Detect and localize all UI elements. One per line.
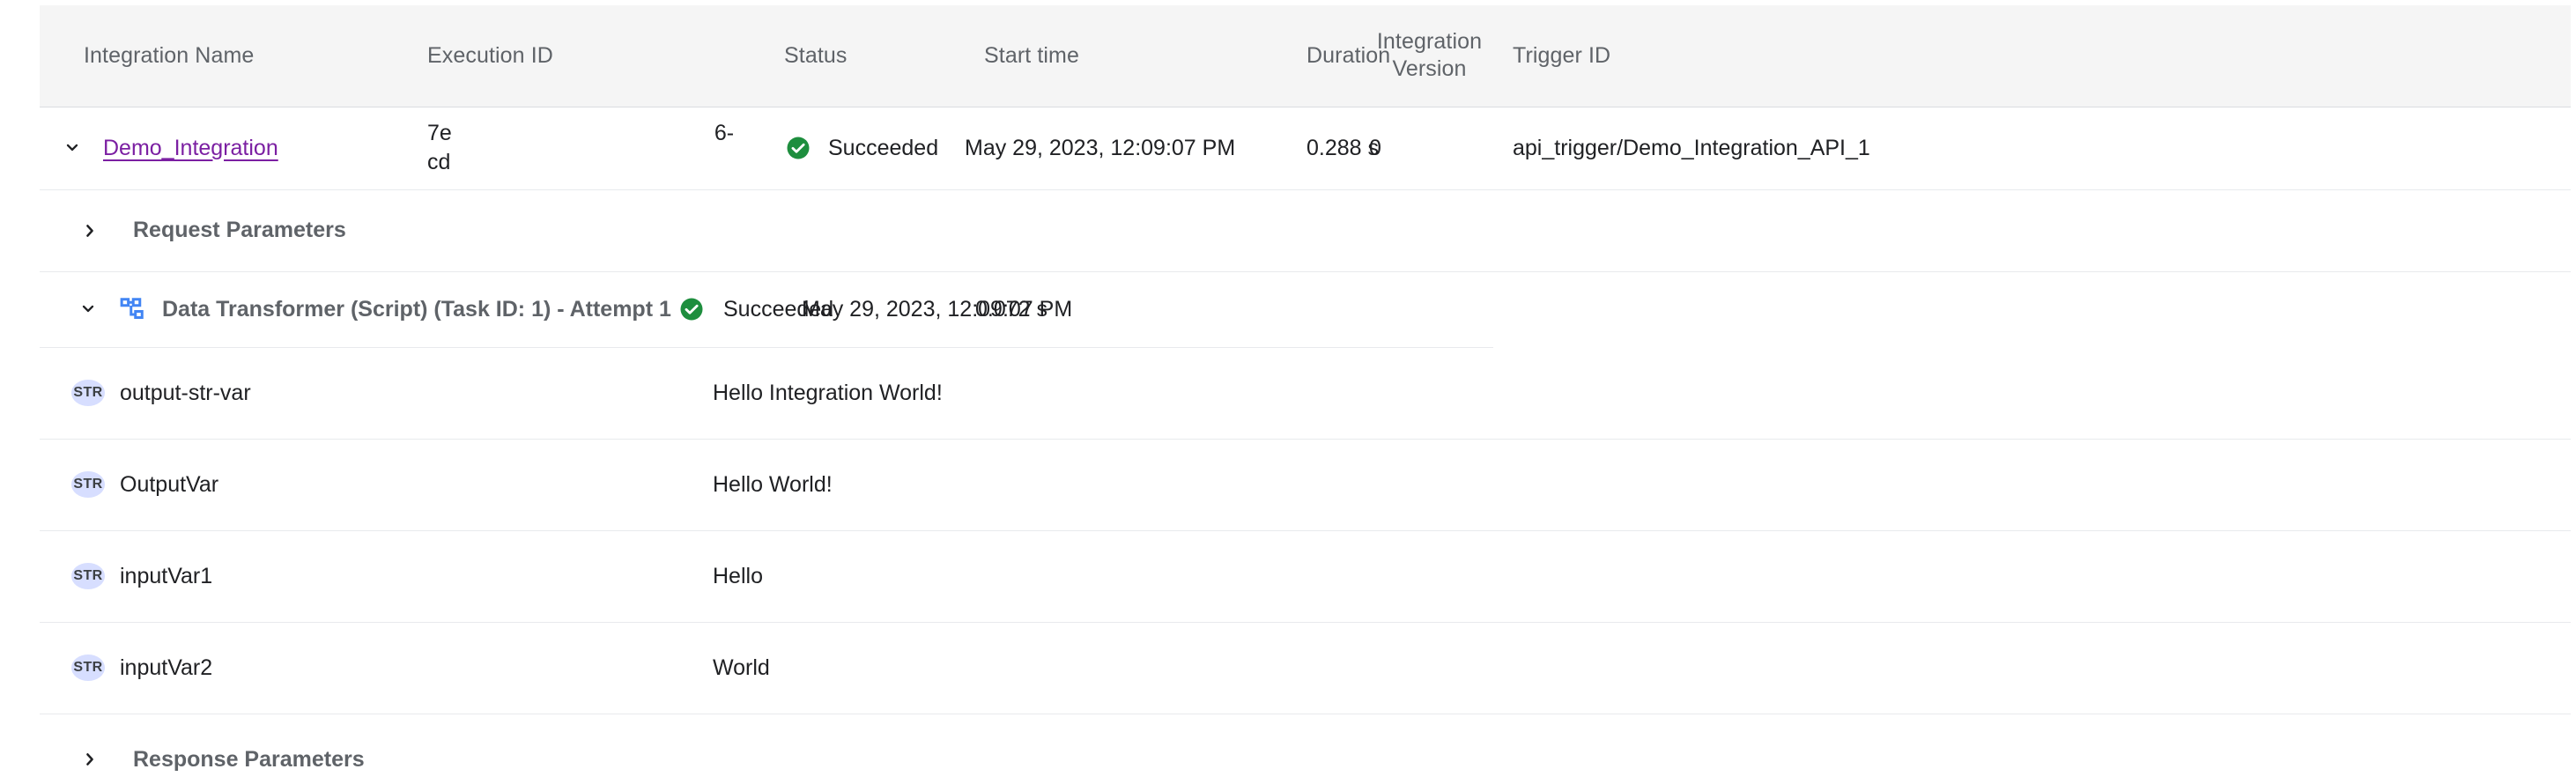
column-header-trigger-id-label: Trigger ID — [1513, 42, 2571, 70]
variable-name: OutputVar — [120, 472, 218, 498]
variable-name-cell: STR output-str-var — [40, 347, 674, 439]
request-parameters-cell: Request Parameters — [40, 189, 2571, 271]
execution-logs-table: Integration Name Execution ID Status Sta… — [40, 5, 2571, 784]
column-header-status[interactable]: Status — [784, 5, 965, 107]
execution-name-cell: Demo_Integration — [40, 107, 427, 189]
task-integration-version-cell — [1299, 271, 1366, 347]
variable-name: output-str-var — [120, 381, 251, 406]
chevron-down-icon[interactable] — [57, 133, 87, 163]
execution-trigger-id-value: api_trigger/Demo_Integration_API_1 — [1513, 136, 1870, 160]
task-status-cell: Succeeded — [674, 271, 784, 347]
variable-value: Hello — [713, 564, 763, 588]
request-parameters-label: Request Parameters — [133, 218, 346, 243]
variable-type-badge: STR — [71, 380, 105, 406]
variable-name: inputVar1 — [120, 564, 212, 589]
task-duration-value: 0.072 s — [975, 297, 1047, 322]
table-header-row: Integration Name Execution ID Status Sta… — [40, 5, 2571, 107]
task-start-time-cell: May 29, 2023, 12:09:07 PM — [784, 271, 965, 347]
column-header-duration-label: Duration — [1307, 42, 1366, 70]
variable-value: Hello World! — [713, 472, 833, 497]
task-row[interactable]: Data Transformer (Script) (Task ID: 1) -… — [40, 271, 2571, 347]
variable-type-badge: STR — [71, 471, 105, 498]
task-name-cell: Data Transformer (Script) (Task ID: 1) -… — [40, 271, 674, 347]
column-header-start-time-label: Start time — [984, 42, 1299, 70]
data-transformer-icon — [117, 294, 147, 324]
column-header-trigger-id[interactable]: Trigger ID — [1493, 5, 2571, 107]
variable-row[interactable]: STR OutputVar Hello World! — [40, 439, 2571, 530]
execution-id-value: 7e 6- cd — [427, 121, 784, 177]
column-header-execution-id[interactable]: Execution ID — [427, 5, 784, 107]
table-body: Demo_Integration 7e 6- cd — [40, 107, 2571, 784]
variable-value-cell: Hello — [674, 530, 2571, 622]
column-header-integration-name[interactable]: Integration Name — [40, 5, 427, 107]
execution-id-line2: cd — [427, 148, 784, 177]
execution-duration-value: 0.288 s — [1307, 136, 1379, 160]
integration-name-link[interactable]: Demo_Integration — [103, 136, 278, 161]
response-parameters-label: Response Parameters — [133, 747, 365, 773]
response-parameters-cell: Response Parameters — [40, 714, 2571, 784]
variable-type-badge: STR — [71, 655, 105, 681]
variable-type-badge: STR — [71, 563, 105, 589]
execution-integration-version-value: 0 — [1369, 136, 1381, 160]
execution-status-text: Succeeded — [828, 136, 938, 161]
variable-row[interactable]: STR inputVar2 World — [40, 622, 2571, 714]
execution-id-prefix: 7e — [427, 121, 452, 145]
column-header-duration[interactable]: Duration — [1299, 5, 1366, 107]
column-header-integration-name-label: Integration Name — [84, 42, 427, 70]
execution-id-cell: 7e 6- cd — [427, 107, 784, 189]
execution-integration-version-cell: 0 — [1366, 107, 1493, 189]
variable-value: World — [713, 655, 770, 680]
execution-start-time-cell: May 29, 2023, 12:09:07 PM — [965, 107, 1299, 189]
task-label: Data Transformer (Script) (Task ID: 1) -… — [162, 297, 671, 322]
column-header-integration-version-label-line1: Integration — [1366, 28, 1493, 55]
variable-name: inputVar2 — [120, 655, 212, 681]
variable-name-cell: STR inputVar1 — [40, 530, 674, 622]
execution-id-suffix: 6- — [714, 121, 734, 145]
variable-value: Hello Integration World! — [713, 381, 943, 405]
check-circle-icon — [677, 295, 706, 323]
variable-name-cell: STR inputVar2 — [40, 622, 674, 714]
variable-row[interactable]: STR inputVar1 Hello — [40, 530, 2571, 622]
execution-row[interactable]: Demo_Integration 7e 6- cd — [40, 107, 2571, 189]
execution-start-time-value: May 29, 2023, 12:09:07 PM — [965, 136, 1235, 160]
variable-row[interactable]: STR output-str-var Hello Integration Wor… — [40, 347, 2571, 439]
chevron-down-icon[interactable] — [73, 294, 103, 324]
execution-logs-page: Integration Name Execution ID Status Sta… — [0, 0, 2576, 784]
chevron-right-icon[interactable] — [75, 744, 105, 774]
variable-name-cell: STR OutputVar — [40, 439, 674, 530]
task-duration-cell: 0.072 s — [965, 271, 1299, 347]
variable-value-cell: Hello Integration World! — [674, 347, 2571, 439]
column-header-status-label: Status — [784, 42, 965, 70]
table-header: Integration Name Execution ID Status Sta… — [40, 5, 2571, 107]
column-header-start-time[interactable]: Start time — [965, 5, 1299, 107]
check-circle-icon — [784, 134, 812, 162]
chevron-right-icon[interactable] — [75, 216, 105, 246]
task-trigger-id-cell — [1366, 271, 1493, 347]
execution-duration-cell: 0.288 s — [1299, 107, 1366, 189]
column-header-execution-id-label: Execution ID — [427, 42, 784, 70]
response-parameters-row[interactable]: Response Parameters — [40, 714, 2571, 784]
request-parameters-row[interactable]: Request Parameters — [40, 189, 2571, 271]
execution-trigger-id-cell: api_trigger/Demo_Integration_API_1 — [1493, 107, 2571, 189]
execution-status-cell: Succeeded — [784, 107, 965, 189]
variable-value-cell: Hello World! — [674, 439, 2571, 530]
variable-value-cell: World — [674, 622, 2571, 714]
